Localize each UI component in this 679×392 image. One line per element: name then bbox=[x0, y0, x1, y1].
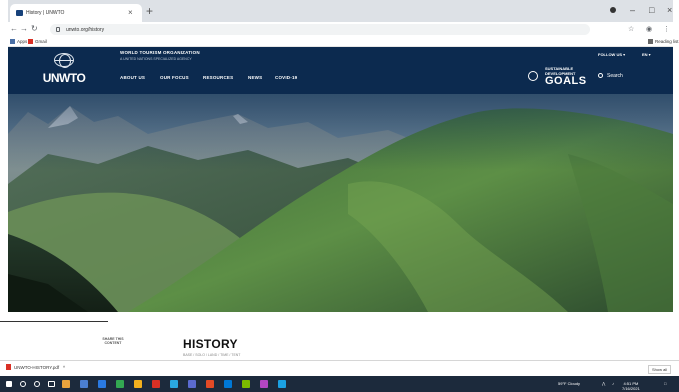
organization-subtitle: A UNITED NATIONS SPECIALIZED AGENCY bbox=[120, 57, 192, 61]
bookmark-label: Apps bbox=[17, 39, 28, 44]
divider-line bbox=[0, 321, 108, 322]
app-icon[interactable] bbox=[224, 380, 232, 388]
weather-widget[interactable]: 59°F Cloudy bbox=[558, 381, 580, 387]
back-arrow-icon[interactable]: ← bbox=[10, 24, 18, 34]
mail-icon[interactable] bbox=[98, 380, 106, 388]
bookmark-star-icon[interactable]: ☆ bbox=[628, 25, 634, 34]
edge-icon[interactable] bbox=[80, 380, 88, 388]
chrome-icon[interactable] bbox=[170, 380, 178, 388]
share-this-content[interactable]: SHARE THIS CONTENT bbox=[100, 337, 126, 345]
download-filename: UNWTO-HISTORY.pdf bbox=[14, 365, 60, 370]
wifi-icon[interactable]: ⋀ bbox=[602, 381, 605, 387]
menu-dots-icon[interactable]: ⋮ bbox=[663, 25, 670, 34]
windows-taskbar: 59°F Cloudy ⋀ ♪ 4:51 PM 7/16/2021 □ bbox=[0, 376, 679, 392]
maximize-button[interactable]: □ bbox=[649, 5, 654, 15]
clock-date: 7/16/2021 bbox=[622, 386, 640, 391]
task-view-icon[interactable] bbox=[48, 381, 55, 387]
nav-covid-19[interactable]: COVID-19 bbox=[275, 75, 297, 80]
browser-tab[interactable]: History | UNWTO × bbox=[10, 4, 142, 22]
volume-icon[interactable]: ♪ bbox=[612, 381, 614, 387]
download-bar: UNWTO-HISTORY.pdf ^ Show all bbox=[0, 360, 679, 376]
search-taskbar-icon[interactable] bbox=[20, 381, 26, 387]
bookmark-gmail[interactable]: Gmail bbox=[28, 39, 47, 45]
file-explorer-icon[interactable] bbox=[62, 380, 70, 388]
reading-list[interactable]: Reading list bbox=[648, 39, 679, 45]
browser-toolbar: ← → ↻ unwto.org/history ☆ ◉ ⋮ bbox=[8, 22, 673, 37]
reload-icon[interactable]: ↻ bbox=[31, 24, 38, 34]
app-icon[interactable] bbox=[242, 380, 250, 388]
word-icon[interactable] bbox=[152, 380, 160, 388]
page-content: SHARE THIS CONTENT HISTORY BASE / SOLO /… bbox=[0, 312, 673, 360]
notifications-icon[interactable]: □ bbox=[664, 381, 666, 387]
bookmark-label: Gmail bbox=[35, 39, 47, 44]
url-text: unwto.org/history bbox=[66, 27, 105, 33]
mountain-landscape bbox=[8, 94, 673, 312]
site-header: UNWTO WORLD TOURISM ORGANIZATION A UNITE… bbox=[8, 47, 673, 94]
organization-name: WORLD TOURISM ORGANIZATION bbox=[120, 50, 200, 55]
store-icon[interactable] bbox=[116, 380, 124, 388]
nav-our-focus[interactable]: OUR FOCUS bbox=[160, 75, 189, 80]
follow-us-label: FOLLOW US bbox=[598, 52, 622, 57]
reading-list-icon bbox=[648, 39, 653, 44]
apps-grid-icon bbox=[10, 39, 15, 44]
pdf-file-icon bbox=[6, 364, 11, 370]
search-label: Search bbox=[607, 73, 623, 79]
download-chevron-icon[interactable]: ^ bbox=[63, 365, 65, 370]
language-dropdown[interactable]: EN ▾ bbox=[642, 52, 651, 57]
reading-list-label: Reading list bbox=[655, 39, 679, 44]
logo-wordmark: UNWTO bbox=[42, 71, 86, 85]
globe-logo-icon bbox=[54, 53, 74, 68]
clock[interactable]: 4:51 PM 7/16/2021 bbox=[622, 381, 640, 391]
minimize-button[interactable]: – bbox=[630, 5, 635, 15]
search-button[interactable]: Search bbox=[598, 73, 623, 79]
lock-icon bbox=[56, 27, 60, 32]
nav-about-us[interactable]: ABOUT US bbox=[120, 75, 145, 80]
nav-news[interactable]: NEWS bbox=[248, 75, 262, 80]
unwto-logo[interactable]: UNWTO bbox=[40, 51, 88, 91]
windows-start-icon[interactable] bbox=[6, 381, 12, 387]
sdg-goals: GOALS bbox=[545, 75, 587, 87]
bookmark-apps[interactable]: Apps bbox=[10, 39, 27, 45]
show-all-button[interactable]: Show all bbox=[648, 365, 672, 374]
cortana-icon[interactable] bbox=[34, 381, 40, 387]
un-emblem-icon bbox=[528, 71, 538, 81]
download-item[interactable]: UNWTO-HISTORY.pdf ^ bbox=[6, 364, 65, 372]
new-tab-button[interactable]: + bbox=[146, 5, 153, 17]
close-window-button[interactable]: × bbox=[667, 5, 672, 15]
app-icon[interactable] bbox=[278, 380, 286, 388]
app-icon[interactable] bbox=[260, 380, 268, 388]
sdg-logo[interactable]: SUSTAINABLE DEVELOPMENT GOALS bbox=[545, 66, 587, 87]
address-bar[interactable]: unwto.org/history bbox=[50, 24, 590, 35]
page-title: HISTORY bbox=[183, 337, 238, 351]
tab-title: History | UNWTO bbox=[26, 10, 65, 16]
profile-avatar-icon[interactable] bbox=[610, 7, 616, 13]
breadcrumb: BASE / SOLO / LAND / TIME / TENT bbox=[183, 353, 241, 357]
tab-close-icon[interactable]: × bbox=[128, 8, 133, 18]
extension-icon[interactable]: ◉ bbox=[646, 25, 652, 34]
language-label: EN bbox=[642, 52, 648, 57]
browser-tab-strip: History | UNWTO × + – □ × bbox=[8, 0, 673, 22]
gmail-icon bbox=[28, 39, 33, 44]
unwto-favicon-icon bbox=[16, 10, 23, 16]
search-icon bbox=[598, 73, 603, 78]
nav-resources[interactable]: RESOURCES bbox=[203, 75, 233, 80]
office-icon[interactable] bbox=[134, 380, 142, 388]
app-icon[interactable] bbox=[206, 380, 214, 388]
hero-mountain-image bbox=[8, 94, 673, 312]
forward-arrow-icon[interactable]: → bbox=[20, 24, 28, 34]
bookmarks-bar: Apps Gmail Reading list bbox=[8, 37, 679, 47]
follow-us-dropdown[interactable]: FOLLOW US ▾ bbox=[598, 52, 625, 57]
screen: History | UNWTO × + – □ × ← → ↻ unwto.or… bbox=[0, 0, 679, 392]
app-icon[interactable] bbox=[188, 380, 196, 388]
